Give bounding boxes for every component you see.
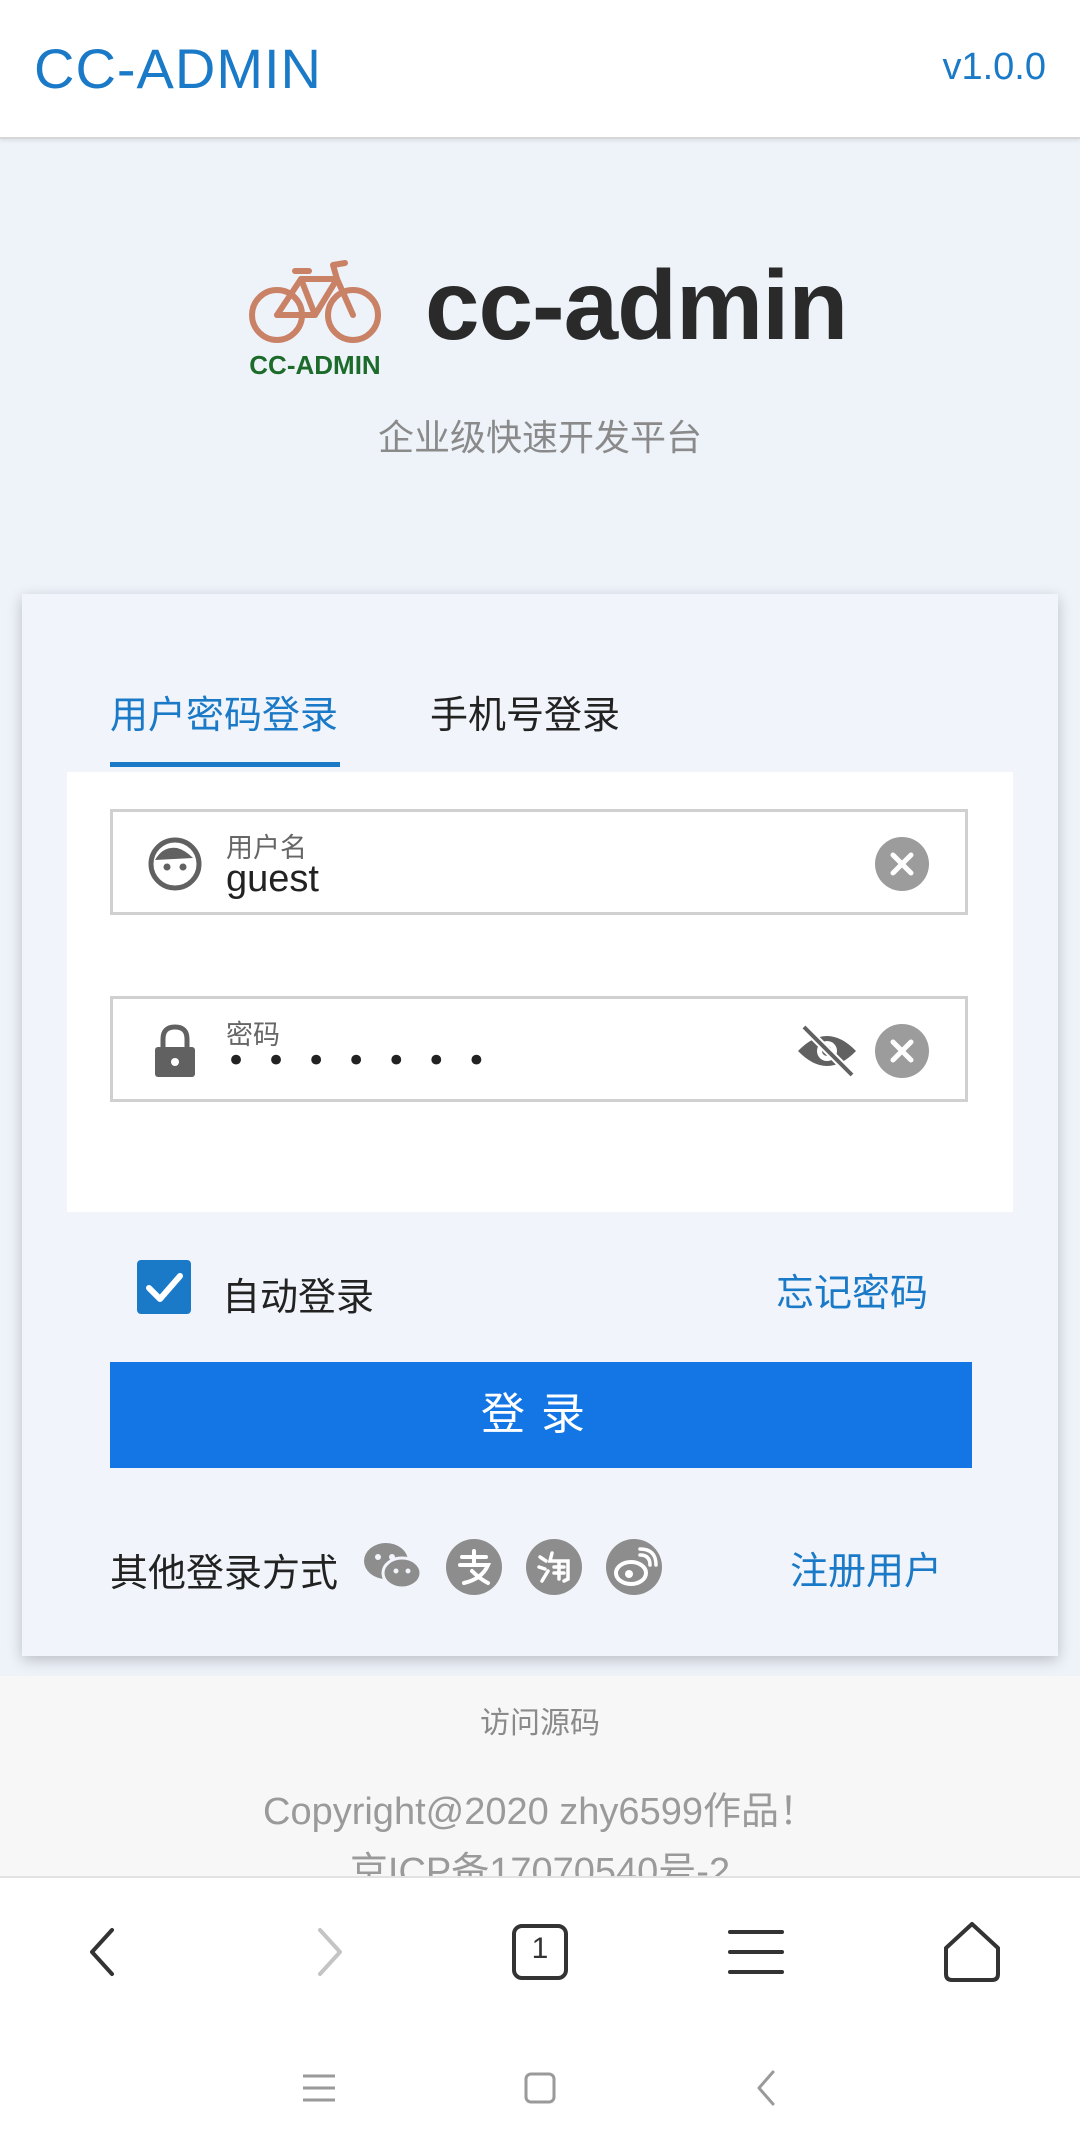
tab-password-login[interactable]: 用户密码登录 — [110, 684, 338, 739]
home-button[interactable] — [940, 1920, 1004, 1984]
user-face-icon — [147, 836, 203, 892]
back-button[interactable] — [72, 1920, 136, 1984]
taobao-icon — [537, 1551, 570, 1583]
close-icon — [890, 1039, 914, 1063]
clear-password-button[interactable] — [875, 1024, 929, 1078]
copyright-text: Copyright@2020 zhy6599作品！ — [263, 1791, 817, 1833]
view-source-link[interactable]: 访问源码 — [0, 1698, 1080, 1742]
login-button[interactable]: 登录 — [110, 1362, 972, 1468]
remember-checkbox[interactable] — [137, 1260, 191, 1314]
recents-icon — [303, 2074, 335, 2102]
password-field[interactable]: 密码 ••••••• — [110, 996, 968, 1102]
alipay-login-button[interactable] — [446, 1539, 502, 1595]
menu-icon — [728, 1930, 784, 1974]
clear-username-button[interactable] — [875, 837, 929, 891]
forgot-password-link[interactable]: 忘记密码 — [776, 1262, 928, 1317]
wechat-icon — [364, 1543, 423, 1590]
hero-section: CC-ADMIN cc-admin 企业级快速开发平台 — [0, 139, 1080, 599]
home-icon — [944, 1922, 1000, 1982]
app-name: cc-admin — [425, 250, 848, 360]
app-logo: CC-ADMIN — [245, 249, 385, 389]
system-nav-bar — [0, 2024, 1080, 2153]
top-app-bar: CC-ADMIN v1.0.0 — [0, 0, 1080, 139]
other-login-label: 其他登录方式 — [110, 1551, 339, 1595]
menu-button[interactable] — [724, 1920, 788, 1984]
alipay-icon — [458, 1549, 492, 1585]
page-footer: 访问源码 Copyright@2020 zhy6599作品！ 京ICP备1707… — [0, 1676, 1080, 1893]
system-home-button[interactable] — [518, 2066, 562, 2110]
logo-wordmark: CC-ADMIN — [249, 350, 381, 380]
checkmark-icon — [146, 1273, 183, 1302]
wechat-login-button[interactable] — [362, 1539, 423, 1595]
browser-toolbar: 1 — [0, 1876, 1080, 2026]
forward-button[interactable] — [296, 1920, 360, 1984]
chevron-right-icon — [318, 1928, 342, 1976]
back-triangle-icon — [757, 2070, 775, 2106]
login-card: 用户密码登录 手机号登录 用户名 guest 密码 ••••••• 自动登录 忘… — [22, 594, 1058, 1656]
tab-phone-login[interactable]: 手机号登录 — [430, 684, 620, 739]
register-link[interactable]: 注册用户 — [790, 1540, 942, 1595]
eye-off-icon — [798, 1024, 856, 1078]
tab-count: 1 — [531, 1932, 549, 1965]
weibo-icon — [614, 1547, 658, 1586]
remember-label[interactable]: 自动登录 — [222, 1266, 374, 1321]
weibo-login-button[interactable] — [606, 1539, 662, 1595]
username-field[interactable]: 用户名 guest — [110, 809, 968, 915]
recent-apps-button[interactable] — [297, 2066, 341, 2110]
active-tab-indicator — [110, 762, 340, 767]
system-back-button[interactable] — [745, 2066, 789, 2110]
taobao-login-button[interactable] — [526, 1539, 582, 1595]
chevron-left-icon — [90, 1928, 114, 1976]
tagline: 企业级快速开发平台 — [377, 418, 702, 459]
close-icon — [890, 852, 914, 876]
brand-title[interactable]: CC-ADMIN — [34, 36, 322, 101]
version-label: v1.0.0 — [942, 46, 1046, 88]
username-input[interactable]: guest — [226, 858, 319, 901]
square-icon — [524, 2072, 556, 2104]
tabs-button[interactable]: 1 — [508, 1920, 572, 1984]
login-form: 用户名 guest 密码 ••••••• — [67, 772, 1013, 1212]
bicycle-icon — [249, 260, 381, 343]
toggle-visibility-button[interactable] — [794, 1021, 860, 1081]
password-input[interactable]: ••••••• — [226, 1041, 506, 1081]
lock-icon — [147, 1023, 203, 1079]
